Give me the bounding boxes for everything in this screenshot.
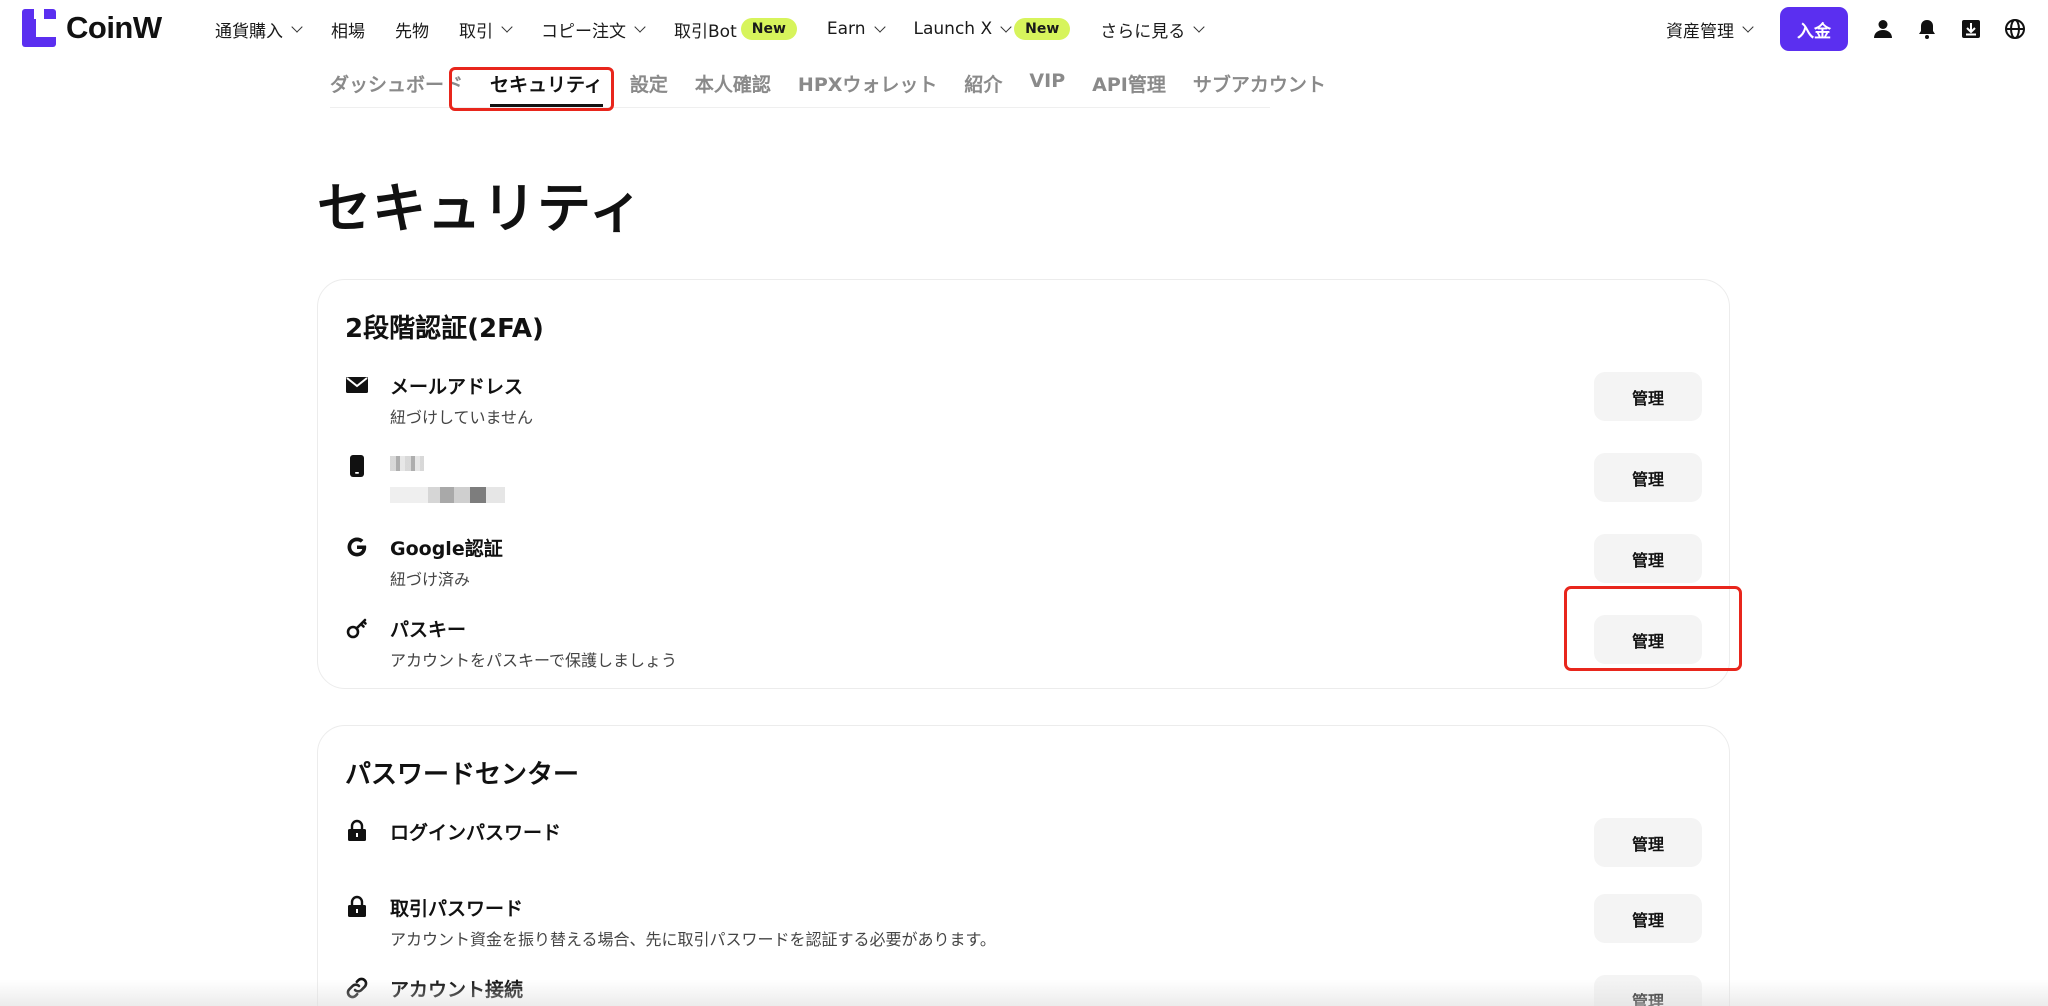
nav-more[interactable]: さらに見る [1100, 17, 1205, 42]
new-badge: New [1014, 18, 1071, 40]
nav-buy-crypto[interactable]: 通貨購入 [215, 17, 303, 42]
chevron-down-icon [501, 20, 513, 33]
phone-manage-button[interactable]: 管理 [1594, 453, 1702, 502]
key-icon [345, 616, 369, 640]
email-manage-button[interactable]: 管理 [1594, 372, 1702, 421]
nav-trading-bot-label: 取引Bot [674, 21, 737, 42]
passkey-manage-button[interactable]: 管理 [1594, 615, 1702, 664]
google-auth-status: 紐づけ済み [390, 570, 471, 589]
link-icon [345, 976, 369, 1000]
coinw-logo[interactable]: CoinW [22, 9, 162, 47]
nav-trade-label: 取引 [459, 21, 493, 42]
tab-identity-verification[interactable]: 本人確認 [695, 70, 771, 97]
email-title: メールアドレス [390, 376, 524, 398]
nav-markets[interactable]: 相場 [331, 17, 365, 42]
mail-icon [345, 373, 369, 397]
login-password-manage-button[interactable]: 管理 [1594, 818, 1702, 867]
tab-security[interactable]: セキュリティ [490, 70, 603, 107]
google-auth-manage-button[interactable]: 管理 [1594, 534, 1702, 583]
google-auth-title: Google認証 [390, 538, 503, 560]
main-nav: 通貨購入 相場 先物 取引 コピー注文 取引Bot New Earn Launch… [215, 0, 1233, 58]
tab-hpx-wallet[interactable]: HPXウォレット [798, 70, 937, 97]
password-center-title: パスワードセンター [345, 760, 580, 790]
top-navigation: CoinW 通貨購入 相場 先物 取引 コピー注文 取引Bot New Earn … [0, 0, 2048, 58]
account-connection-title: アカウント接続 [390, 979, 524, 1001]
list-item-email: メールアドレス 紐づけしていません 管理 [318, 366, 1729, 446]
nav-copy-trading-label: コピー注文 [541, 21, 626, 42]
tab-vip[interactable]: VIP [1029, 70, 1065, 92]
chevron-down-icon [634, 20, 646, 33]
login-password-title: ログインパスワード [390, 822, 562, 844]
asset-management-label: 資産管理 [1666, 21, 1734, 42]
list-item-login-password: ログインパスワード 管理 [318, 812, 1729, 892]
nav-futures-label: 先物 [395, 21, 429, 42]
coinw-logo-icon [22, 9, 56, 47]
chevron-down-icon [873, 20, 886, 33]
chevron-down-icon [1000, 20, 1012, 33]
list-item-trading-password: 取引パスワード アカウント資金を振り替える場合、先に取引パスワードを認証する必要… [318, 888, 1729, 968]
google-icon [345, 535, 369, 559]
chevron-down-icon [291, 20, 303, 33]
password-center-card: パスワードセンター ログインパスワード 管理 取引パスワード アカウント資金を振… [317, 725, 1730, 1006]
passkey-description: アカウントをパスキーで保護しましょう [390, 651, 678, 670]
deposit-button[interactable]: 入金 [1780, 7, 1848, 51]
nav-markets-label: 相場 [331, 21, 365, 42]
account-subtabs: ダッシュボード セキュリティ 設定 本人確認 HPXウォレット 紹介 VIP A… [330, 70, 1353, 110]
trading-password-description: アカウント資金を振り替える場合、先に取引パスワードを認証する必要があります。 [390, 930, 996, 949]
nav-trade[interactable]: 取引 [459, 17, 513, 42]
list-item-phone: 管理 [318, 447, 1729, 527]
chevron-down-icon [1193, 20, 1205, 33]
two-factor-auth-title: 2段階認証(2FA) [345, 314, 544, 344]
brand-name: CoinW [66, 10, 162, 45]
chevron-down-icon [1742, 20, 1754, 33]
redacted-phone-title [390, 456, 424, 471]
nav-launch-x[interactable]: Launch X New [914, 18, 1071, 40]
phone-icon [345, 454, 369, 478]
trading-password-title: 取引パスワード [390, 898, 524, 920]
tab-overlap-mask [446, 72, 452, 102]
tab-referral[interactable]: 紹介 [964, 70, 1002, 97]
nav-copy-trading[interactable]: コピー注文 [541, 17, 646, 42]
tab-settings[interactable]: 設定 [630, 70, 668, 97]
new-badge: New [740, 18, 797, 40]
email-status: 紐づけしていません [390, 408, 534, 427]
right-navigation: 資産管理 入金 [1666, 0, 2048, 58]
nav-earn[interactable]: Earn [826, 19, 886, 39]
trading-password-manage-button[interactable]: 管理 [1594, 894, 1702, 943]
tab-sub-account[interactable]: サブアカウント [1193, 70, 1326, 97]
nav-futures[interactable]: 先物 [395, 17, 429, 42]
globe-icon[interactable] [2004, 18, 2026, 40]
nav-earn-label: Earn [826, 19, 866, 39]
list-item-google-auth: Google認証 紐づけ済み 管理 [318, 528, 1729, 608]
list-item-passkey: パスキー アカウントをパスキーで保護しましょう 管理 [318, 609, 1729, 689]
download-icon[interactable] [1960, 18, 1982, 40]
two-factor-auth-card: 2段階認証(2FA) メールアドレス 紐づけしていません 管理 管理 Googl… [317, 279, 1730, 689]
redacted-phone-number [390, 487, 505, 503]
tab-dashboard[interactable]: ダッシュボード [330, 70, 463, 97]
tab-api-management[interactable]: API管理 [1092, 70, 1166, 97]
account-connection-manage-button[interactable]: 管理 [1594, 975, 1702, 1006]
nav-trading-bot[interactable]: 取引Bot New [674, 17, 797, 42]
nav-launch-x-label: Launch X [913, 19, 993, 39]
lock-icon [345, 895, 369, 919]
user-icon[interactable] [1872, 18, 1894, 40]
page-title: セキュリティ [317, 177, 644, 240]
passkey-title: パスキー [390, 619, 467, 641]
nav-more-label: さらに見る [1100, 21, 1186, 42]
asset-management-menu[interactable]: 資産管理 [1666, 17, 1754, 42]
subtabs-divider [330, 107, 1270, 108]
nav-buy-crypto-label: 通貨購入 [215, 21, 283, 42]
lock-icon [345, 819, 369, 843]
bell-icon[interactable] [1916, 18, 1938, 40]
list-item-account-connection: アカウント接続 管理 [318, 969, 1729, 1006]
